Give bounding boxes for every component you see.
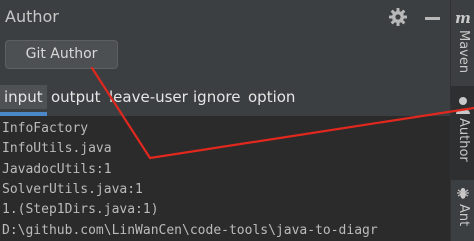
output-line: SolverUtils.java:1 bbox=[2, 182, 143, 197]
tool-window-header: Author bbox=[0, 0, 450, 34]
author-tool-button[interactable]: Author bbox=[451, 86, 474, 180]
svg-text:m: m bbox=[455, 10, 471, 26]
output-line: JavadocUtils:1 bbox=[2, 162, 112, 177]
gear-icon[interactable] bbox=[388, 7, 408, 27]
person-icon bbox=[456, 97, 470, 114]
active-tab-indicator bbox=[0, 112, 47, 116]
tool-window-title: Author bbox=[5, 7, 59, 26]
author-label: Author bbox=[456, 118, 471, 162]
tab-strip: input output leave-user ignore option bbox=[0, 80, 450, 117]
ant-label: Ant bbox=[456, 204, 471, 227]
ant-icon bbox=[457, 188, 469, 199]
tab-option[interactable]: option bbox=[248, 85, 295, 109]
output-line: 1.(Step1Dirs.java:1) bbox=[2, 202, 159, 217]
output-text-area[interactable]: InfoFactory InfoUtils.java JavadocUtils:… bbox=[0, 117, 450, 241]
tab-leave-user[interactable]: leave-user bbox=[109, 85, 188, 109]
output-line: InfoFactory bbox=[2, 121, 89, 136]
maven-m-icon: m bbox=[455, 10, 471, 26]
maven-tool-button[interactable]: m Maven bbox=[451, 0, 474, 86]
output-line: InfoUtils.java bbox=[2, 141, 112, 156]
git-author-button[interactable]: Git Author bbox=[5, 40, 118, 69]
author-tool-window: Author Git Author input output leave-use… bbox=[0, 0, 474, 241]
ant-tool-button[interactable]: Ant bbox=[451, 180, 474, 241]
tab-ignore[interactable]: ignore bbox=[193, 85, 240, 109]
maven-label: Maven bbox=[456, 30, 471, 74]
minimize-icon[interactable] bbox=[425, 17, 440, 20]
tab-input[interactable]: input bbox=[0, 85, 47, 109]
tab-output[interactable]: output bbox=[51, 85, 100, 109]
output-line: D:\github.com\LinWanCen\code-tools\java-… bbox=[2, 223, 378, 238]
right-tool-stripe: m Maven Author Ant bbox=[450, 0, 474, 241]
